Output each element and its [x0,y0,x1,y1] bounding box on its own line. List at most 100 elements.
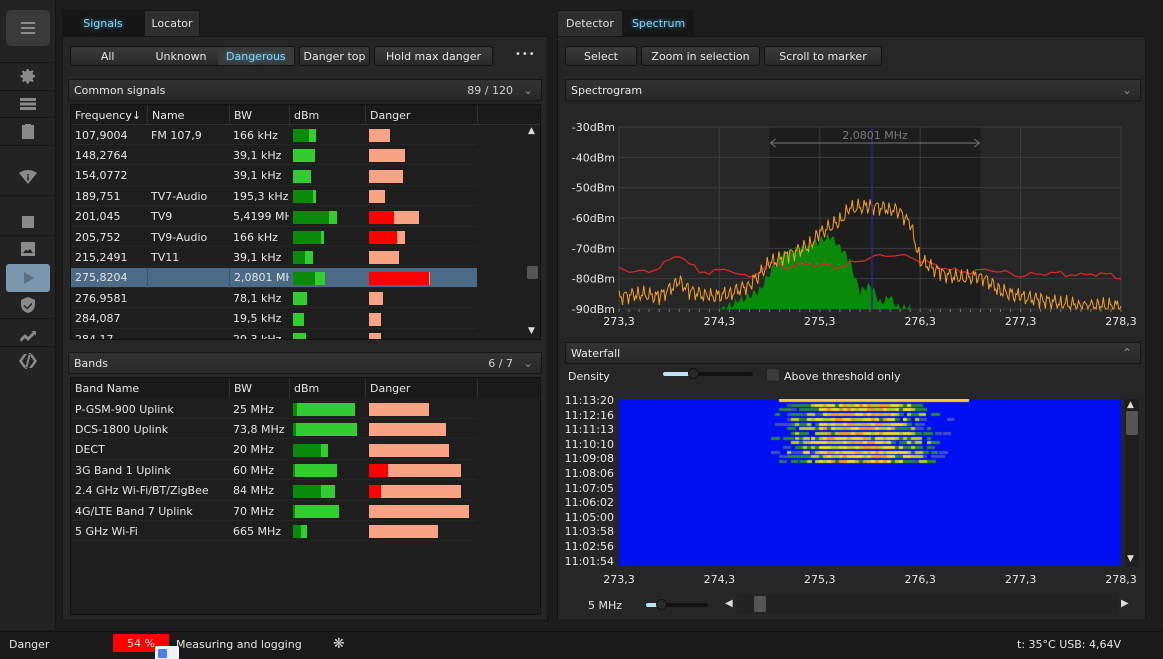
scroll-to-marker-button[interactable]: Scroll to marker [764,46,882,66]
danger-bar-level [369,423,446,437]
time-tick-label: 11:13:20 [564,394,614,407]
above-threshold-checkbox[interactable] [766,368,780,382]
dbm-bar-peak [293,251,305,265]
table-row[interactable]: 275,8204 2,0801 MH [71,267,477,288]
density-slider-thumb[interactable] [688,368,699,379]
table-row[interactable]: 201,045 TV9 5,4199 MH [71,207,477,227]
time-tick-label: 11:02:56 [564,540,614,553]
frequency-scroll-thumb[interactable] [754,596,766,612]
table-row[interactable]: 284,087 19,5 kHz [71,309,477,329]
x-tick-label: 274,3 [704,315,736,328]
density-slider[interactable] [663,368,753,379]
table-row[interactable]: 4G/LTE Band 7 Uplink 70 MHz [71,501,477,521]
log-button[interactable] [6,117,50,145]
table-row[interactable]: 3G Band 1 Uplink 60 MHz [71,460,477,481]
trend-button[interactable] [6,320,50,348]
table-row[interactable]: 189,751 TV7-Audio 195,3 kHz [71,186,477,207]
table-row[interactable]: DECT 20 MHz [71,440,477,460]
col-name[interactable]: Name [147,105,229,125]
dbm-bar-peak [293,443,321,457]
cell-name [147,267,229,288]
settings-button[interactable] [6,62,50,90]
select-button[interactable]: Select [565,46,637,66]
waterfall-scrollbar[interactable]: ▲ ▼ [1125,399,1139,567]
cell-bw: 166 kHz [233,128,278,142]
table-row[interactable]: DCS-1800 Uplink 73,8 MHz [71,419,477,440]
span-slider-thumb[interactable] [656,599,667,610]
spectrogram-header[interactable]: Spectrogram ⌄ [565,79,1141,101]
col-bw[interactable]: BW [229,105,289,125]
bands-header[interactable]: Bands 6 / 7 ⌄ [68,352,542,374]
y-tick-label: -70dBm [572,242,615,255]
spectrum-chart[interactable]: 273,3 274,3 275,3 276,3 277,3 278,3 -30dBm -40d… [558,107,1147,335]
play-button[interactable] [6,264,50,292]
table-row[interactable]: 107,9004 FM 107,9 166 kHz [71,125,477,145]
filter-all[interactable]: All [71,47,144,65]
chevron-down-icon[interactable]: ⌄ [519,82,537,98]
cell-frequency: 189,751 [75,189,121,203]
cell-bw: 29,3 kHz [233,332,282,340]
cell-name [147,329,229,339]
cell-frequency: 275,8204 [75,271,128,285]
info-button[interactable] [6,163,50,191]
table-row[interactable]: 215,2491 TV11 39,1 kHz [71,247,477,268]
col-frequency[interactable]: Frequency↓ [71,105,147,125]
table-row[interactable]: 148,2764 39,1 kHz [71,145,477,166]
tab-signals[interactable]: Signals [62,10,144,36]
danger-bar-level [394,210,419,224]
common-signals-header[interactable]: Common signals 89 / 120 ⌄ [68,79,542,101]
scroll-up-arrow[interactable]: ▲ [528,126,535,136]
filter-dangerous[interactable]: Dangerous [217,47,294,65]
table-row[interactable]: 5 GHz Wi-Fi 665 MHz [71,521,477,542]
col-danger[interactable]: Danger [365,105,477,125]
table-row[interactable]: 276,9581 78,1 kHz [71,288,477,309]
table-row[interactable]: 205,752 TV9-Audio 166 kHz [71,227,477,247]
scroll-right-arrow[interactable]: ▶ [1121,598,1129,609]
col-dbm[interactable]: dBm [289,378,365,398]
tab-detector[interactable]: Detector [557,10,623,36]
list-button[interactable] [6,90,50,118]
dbm-bar-level [321,484,335,498]
zoom-in-selection-button[interactable]: Zoom in selection [641,46,760,66]
scroll-left-arrow[interactable]: ◀ [725,598,733,609]
col-danger[interactable]: Danger [365,378,477,398]
scroll-thumb[interactable] [1126,411,1138,435]
stop-button[interactable] [6,208,50,236]
hold-max-danger-button[interactable]: Hold max danger [374,46,493,66]
span-slider[interactable] [646,599,708,610]
tab-spectrum[interactable]: Spectrum [622,10,695,36]
more-options-button[interactable]: ••• [515,49,536,60]
x-tick-label: 276,3 [904,315,936,328]
chevron-down-icon[interactable]: ⌄ [519,355,537,371]
code-button[interactable] [6,347,50,375]
menu-button[interactable] [6,10,50,46]
col-band-name[interactable]: Band Name [71,378,229,398]
tab-locator[interactable]: Locator [144,10,200,36]
cell-frequency: 148,2764 [75,148,128,162]
protection-button[interactable] [6,291,50,319]
bands-count: 6 / 7 [488,356,513,370]
image-button[interactable] [6,235,50,263]
table-row[interactable]: P-GSM-900 Uplink 25 MHz [71,399,477,419]
chevron-down-icon[interactable]: ⌄ [1118,82,1136,98]
danger-bar-high [369,484,381,498]
frequency-scrollbar[interactable] [736,594,1118,614]
dbm-bar-level [293,169,311,183]
scroll-down-arrow[interactable]: ▼ [1127,554,1134,564]
scroll-down-arrow[interactable]: ▼ [528,326,535,336]
col-bw[interactable]: BW [229,378,289,398]
danger-top-button[interactable]: Danger top [299,46,370,66]
danger-bar-level [369,190,385,204]
waterfall-plot[interactable] [619,399,1121,566]
table-row[interactable]: 284,17 29,3 kHz [71,329,477,340]
chevron-up-icon[interactable]: ⌃ [1118,345,1136,361]
table-row[interactable]: 154,0772 39,1 kHz [71,166,477,186]
col-dbm[interactable]: dBm [289,105,365,125]
scroll-up-arrow[interactable]: ▲ [1127,400,1134,410]
waterfall-header[interactable]: Waterfall ⌃ [565,342,1141,364]
translate-icon[interactable] [155,646,179,659]
filter-unknown[interactable]: Unknown [144,47,217,65]
scroll-thumb[interactable] [527,266,538,279]
table-row[interactable]: 2.4 GHz Wi-Fi/BT/ZigBee 84 MHz [71,481,477,501]
freq-tick-label: 275,3 [804,573,836,586]
